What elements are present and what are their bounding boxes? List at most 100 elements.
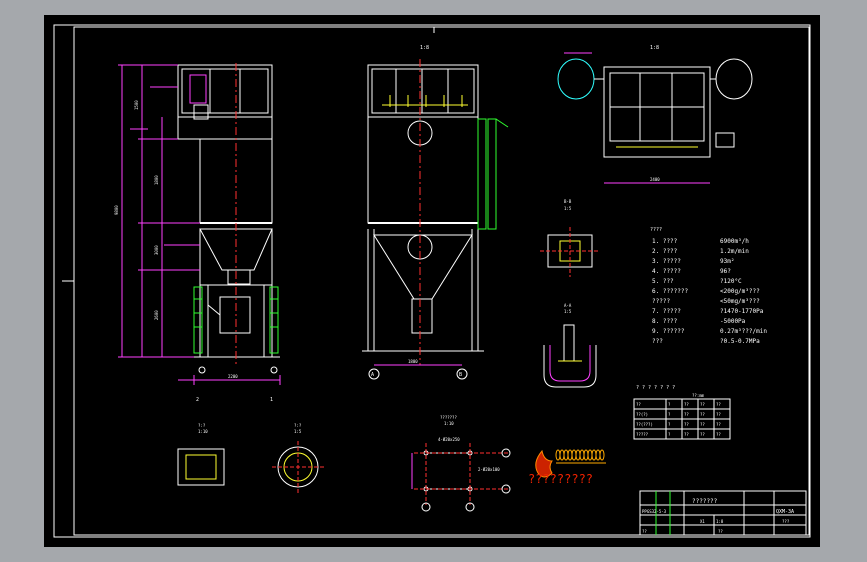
detail-left-title: ?:? — [198, 423, 206, 428]
coil-loop — [591, 449, 597, 461]
front-view: 1:8 A B 1800 — [362, 45, 509, 380]
spec-title: ???? — [650, 227, 662, 233]
coil-loop — [571, 449, 577, 461]
spec-value: 6900m³/h — [720, 238, 749, 245]
top-view: 1:8 2400 — [557, 45, 753, 184]
parts-cell: ?? — [716, 422, 721, 427]
section-bb: B-B 1:5 — [540, 199, 600, 277]
logo-text: ????????? — [528, 472, 593, 486]
parts-cell: ?? — [700, 412, 705, 417]
title-product-code: ??? — [782, 519, 790, 524]
spec-value: <50mg/m³??? — [720, 298, 760, 305]
coil-loop — [559, 449, 565, 461]
spec-value: 93m² — [720, 258, 734, 265]
parts-cell: ?? — [716, 412, 721, 417]
drawing-sheet: 9800 1500 1800 3000 2600 2200 2 1 1:8 A … — [44, 15, 820, 547]
grid-label-1: 1 — [270, 397, 273, 403]
parts-cell: ? — [668, 422, 671, 427]
spec-value: ?0.5-0.7MPa — [720, 338, 760, 345]
coil-loop — [555, 449, 561, 461]
title-scale: 1:8 — [716, 519, 724, 524]
detail-mid-scale: 1:5 — [294, 429, 302, 434]
parts-cell: ?? — [684, 412, 689, 417]
dim-mid-4: 2600 — [154, 310, 159, 320]
coil-loop — [579, 449, 585, 461]
parts-cell: ??(???) — [636, 422, 653, 427]
coil-loop — [567, 449, 573, 461]
dim-top-len: 2400 — [650, 177, 660, 182]
parts-cell: ?? — [684, 432, 689, 437]
spec-value: ?120°C — [720, 278, 742, 285]
parts-cell: ????? — [636, 432, 649, 437]
detail-left: ?:? 1:10 — [177, 423, 225, 486]
detail-left-scale: 1:10 — [198, 429, 208, 434]
grid-label-a: A — [371, 372, 374, 378]
parts-table-title: ? ? ? ? ? ? ? — [636, 385, 675, 391]
spec-value: -5000Pa — [720, 318, 746, 325]
parts-cell: ?? — [716, 432, 721, 437]
flange-plan: ??????? 1:10 4-Ø20x250 2-Ø20x100 — [411, 415, 511, 512]
spec-label: 8. ???? — [652, 318, 678, 325]
parts-cell: ?? — [716, 402, 721, 407]
dim-front-width: 1800 — [408, 359, 418, 364]
spec-label: ??? — [652, 338, 663, 345]
parts-cell: ?? — [684, 402, 689, 407]
coil-icon — [555, 449, 606, 464]
outer-frame — [53, 24, 811, 538]
parts-cell: ?? — [700, 422, 705, 427]
title-designer: ?? — [642, 529, 647, 534]
title-company: ??????? — [692, 498, 718, 505]
parts-cell: ?? — [700, 432, 705, 437]
spec-value: 0.27m³???/min — [720, 328, 767, 335]
spec-label: 5. ??? — [652, 278, 674, 285]
dim-total-height: 9800 — [114, 205, 119, 215]
title-block: ??????? QXM-3A ??? PPGS32-5-3 1:8 X1 ?? … — [639, 490, 807, 536]
spec-label: 4. ????? — [652, 268, 681, 275]
coil-loop — [587, 449, 593, 461]
title-sheet: X1 — [700, 519, 705, 524]
parts-table: ? ? ? ? ? ? ? ??:mm ??????? ?? ??(?)??????… — [633, 385, 731, 440]
dim-mid-2: 1800 — [154, 175, 159, 185]
spec-value: ?1470-1770Pa — [720, 308, 764, 315]
inner-frame — [73, 26, 810, 536]
section-bb-title: B-B — [564, 199, 572, 204]
front-view-title: 1:8 — [420, 45, 429, 51]
parts-cell: ? — [668, 402, 671, 407]
flange-note-2: 2-Ø20x100 — [478, 467, 500, 472]
title-model: PPGS32-5-3 — [642, 509, 667, 514]
spec-label: 2. ???? — [652, 248, 678, 255]
flange-note-1: 4-Ø20x250 — [438, 437, 460, 442]
parts-table-unit: ??:mm — [692, 393, 705, 398]
logo: ????????? — [528, 449, 606, 486]
flange-title: ??????? — [440, 415, 457, 420]
parts-cell: ??(?) — [636, 412, 648, 417]
dim-mid-1: 1500 — [134, 100, 139, 110]
spec-label: 3. ????? — [652, 258, 681, 265]
parts-cell: ?? — [684, 422, 689, 427]
spec-value: 1.2m/min — [720, 248, 749, 255]
detail-mid-title: ?:? — [294, 423, 302, 428]
cad-drawing: 9800 1500 1800 3000 2600 2200 2 1 1:8 A … — [53, 24, 811, 538]
coil-loop — [563, 449, 569, 461]
spec-label: ????? — [652, 298, 670, 305]
spec-list: ???? 1. ???? 6900m³/h 2. ???? 1.2m/min 3. ??… — [650, 227, 767, 345]
dim-base-width: 2200 — [228, 374, 238, 379]
coil-loop — [575, 449, 581, 461]
title-date: ?? — [718, 529, 723, 534]
parts-cell: ?? — [636, 402, 641, 407]
parts-cell: ? — [668, 412, 671, 417]
spec-value: <200g/m³??? — [720, 288, 760, 295]
top-view-title: 1:8 — [650, 45, 659, 51]
coil-loop — [599, 449, 605, 461]
spec-label: 1. ???? — [652, 238, 678, 245]
flange-scale: 1:10 — [444, 421, 454, 426]
coil-loop — [583, 449, 589, 461]
dim-mid-3: 3000 — [154, 245, 159, 255]
title-drawing-no: QXM-3A — [776, 509, 794, 515]
parts-cell: ?? — [700, 402, 705, 407]
grid-label-2: 2 — [196, 397, 199, 403]
spec-label: 9. ?????? — [652, 328, 685, 335]
grid-label-b: B — [459, 372, 462, 378]
section-aa: A-A 1:5 — [543, 303, 597, 388]
spec-label: 7. ????? — [652, 308, 681, 315]
